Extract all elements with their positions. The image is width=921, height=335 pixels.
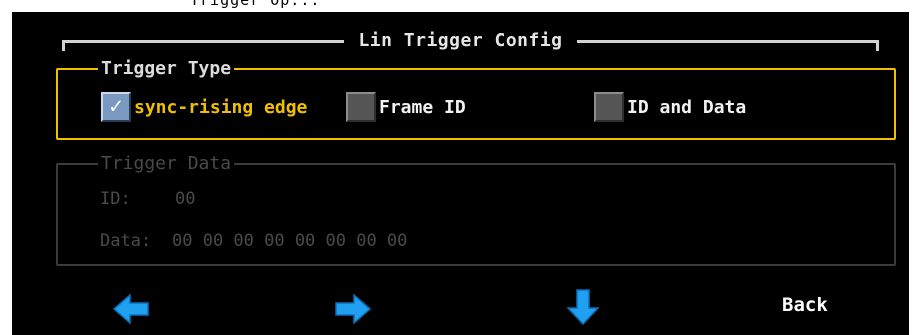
option-label-sync-rising-edge: sync-rising edge	[134, 96, 308, 118]
option-frame-id[interactable]: Frame ID	[346, 92, 466, 122]
trigger-type-legend: Trigger Type	[101, 58, 232, 79]
data-value: 00 00 00 00 00 00 00 00	[172, 231, 408, 251]
arrow-right-icon[interactable]	[332, 292, 372, 326]
window-title-fragment: Trigger Op...	[190, 0, 321, 9]
checkbox-id-and-data[interactable]	[594, 92, 624, 122]
id-label: ID:	[100, 189, 131, 209]
data-label: Data:	[100, 231, 152, 251]
checkmark-icon: ✓	[109, 94, 123, 119]
trigger-data-legend: Trigger Data	[101, 153, 232, 174]
option-label-id-and-data: ID and Data	[627, 96, 747, 118]
option-id-and-data[interactable]: ID and Data	[594, 92, 746, 122]
checkbox-sync-rising-edge[interactable]: ✓	[101, 92, 131, 122]
checkbox-frame-id[interactable]	[346, 92, 376, 122]
back-button[interactable]: Back	[782, 294, 828, 316]
arrow-down-icon[interactable]	[566, 288, 600, 326]
id-value: 00	[175, 189, 196, 209]
option-label-frame-id: Frame ID	[379, 96, 466, 118]
arrow-left-icon[interactable]	[112, 292, 152, 326]
dialog-screen: Lin Trigger Config Trigger Type ✓ sync-r…	[12, 12, 909, 335]
option-sync-rising-edge[interactable]: ✓ sync-rising edge	[101, 92, 307, 122]
dialog-title: Lin Trigger Config	[12, 30, 909, 51]
